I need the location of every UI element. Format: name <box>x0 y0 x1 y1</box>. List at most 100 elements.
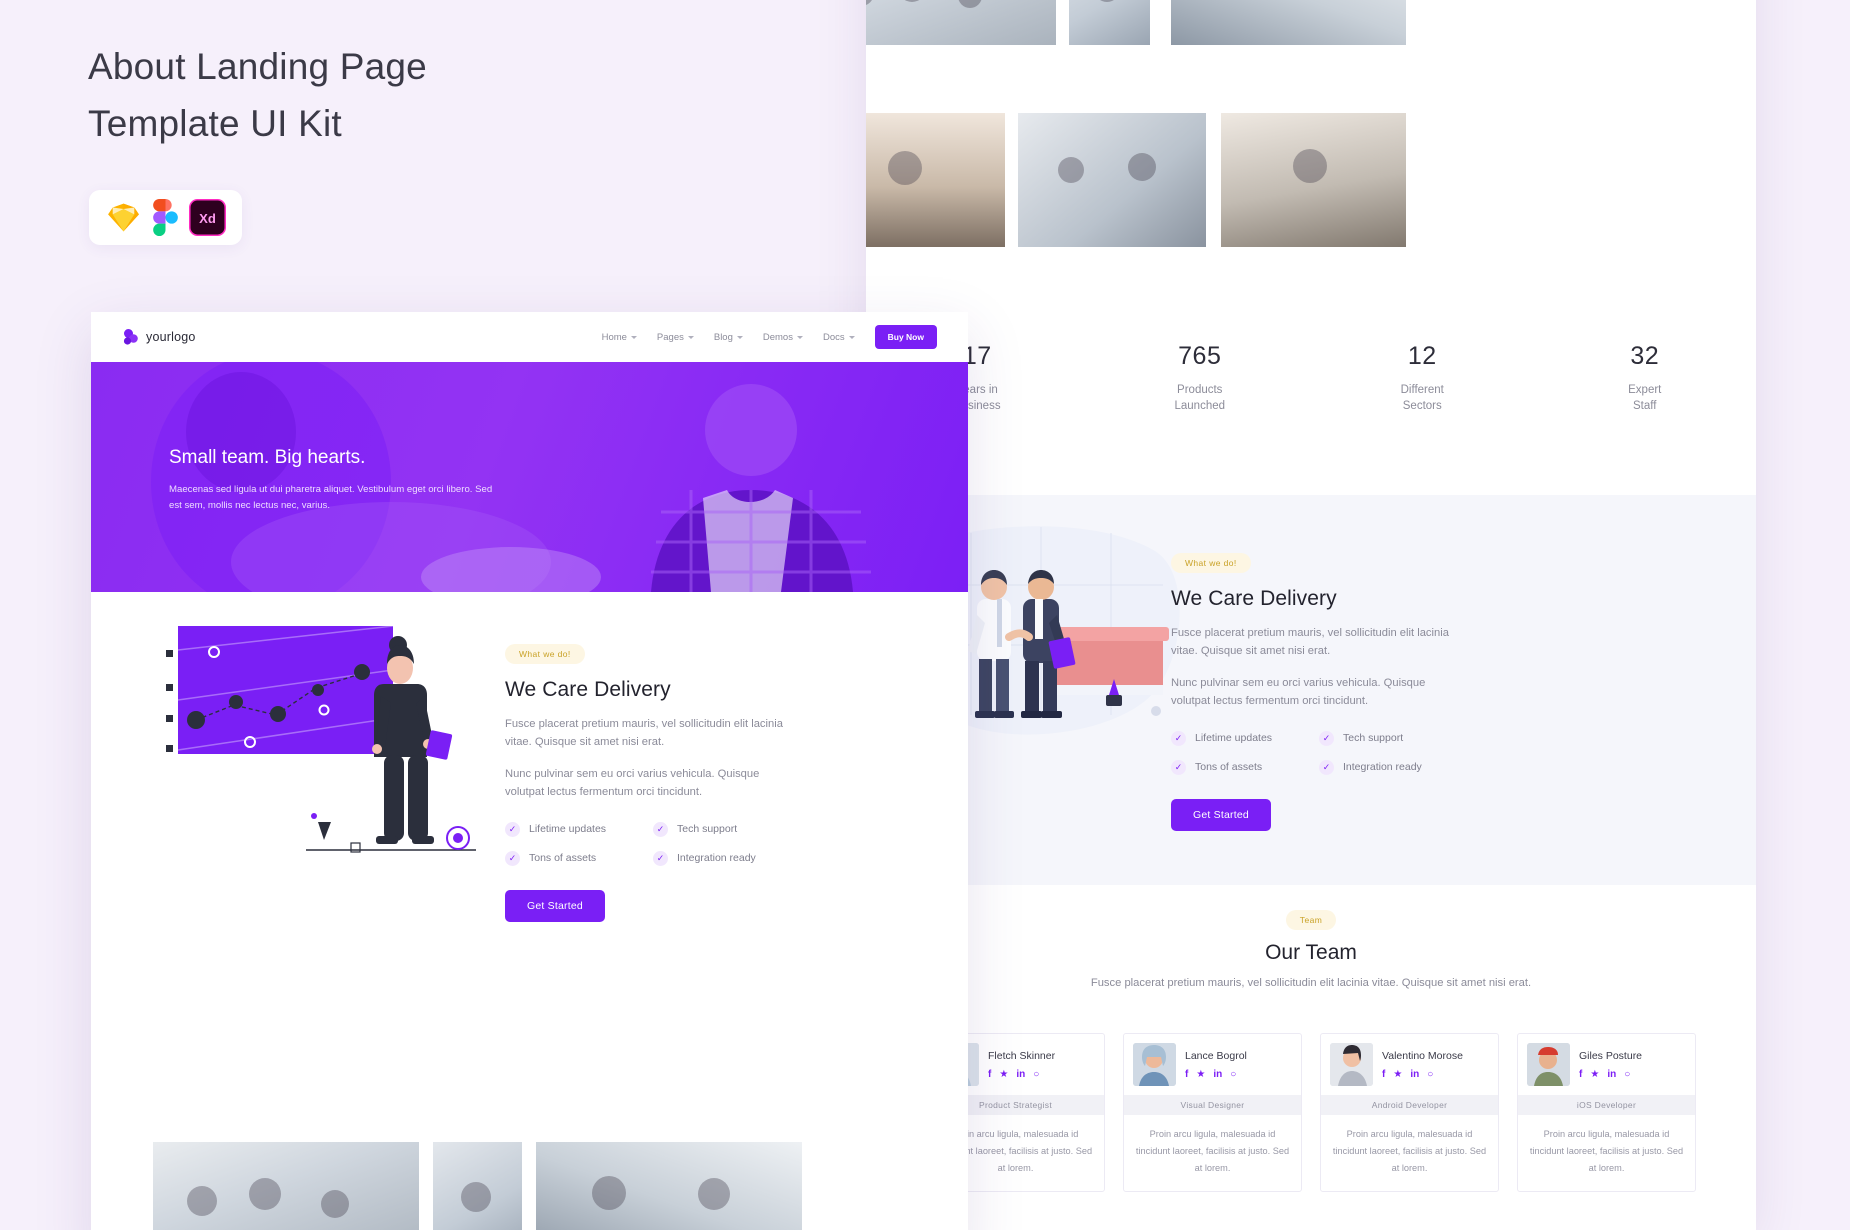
nav-label: Pages <box>656 331 684 343</box>
feature-label: Lifetime updates <box>529 823 607 836</box>
avatar <box>1330 1043 1373 1086</box>
github-icon[interactable]: ○ <box>1427 1069 1433 1080</box>
get-started-button[interactable]: Get Started <box>1171 798 1271 831</box>
team-member-card[interactable]: Lance Bogrol f ★ in ○ Visual Designer Pr… <box>1123 1033 1302 1193</box>
get-started-button[interactable]: Get Started <box>505 889 605 922</box>
sketch-icon <box>107 203 139 232</box>
github-icon[interactable]: ○ <box>1624 1069 1630 1080</box>
feature-item: ✓ Integration ready <box>1319 759 1461 775</box>
avatar <box>1527 1043 1570 1086</box>
buy-now-button[interactable]: Buy Now <box>874 325 937 349</box>
chevron-down-icon <box>736 335 743 339</box>
check-icon: ✓ <box>1171 730 1186 746</box>
linkedin-icon[interactable]: in <box>1607 1069 1616 1080</box>
check-icon: ✓ <box>653 850 668 866</box>
stat-item: 765 Products Launched <box>1115 342 1285 414</box>
feature-label: Lifetime updates <box>1195 732 1273 745</box>
chevron-down-icon <box>796 335 803 339</box>
stat-value: 12 <box>1407 342 1437 370</box>
stats-band: 17 Years in Business 765 Products Launch… <box>866 330 1756 480</box>
section-paragraph: Fusce placerat pretium mauris, vel solli… <box>1171 627 1449 658</box>
member-bio: Proin arcu ligula, malesuada id tincidun… <box>1529 1129 1684 1174</box>
social-links[interactable]: f ★ in ○ <box>1579 1069 1642 1080</box>
facebook-icon[interactable]: f <box>988 1069 991 1080</box>
member-role: Visual Designer <box>1124 1095 1301 1115</box>
twitter-icon[interactable]: ★ <box>999 1069 1008 1080</box>
section-heading: Our Team <box>1265 941 1357 964</box>
check-icon: ✓ <box>505 850 520 866</box>
github-icon[interactable]: ○ <box>1230 1069 1236 1080</box>
stat-value: 765 <box>1178 342 1222 370</box>
nav-item-docs[interactable]: Docs <box>823 332 855 343</box>
linkedin-icon[interactable]: in <box>1213 1069 1222 1080</box>
mockup-left-panel: yourlogo Home Pages Blog Demos Docs Buy … <box>91 312 968 1230</box>
feature-item: ✓ Lifetime updates <box>1171 730 1313 746</box>
gallery-photo <box>1171 0 1406 45</box>
hero-heading: Small team. Big hearts. <box>169 447 366 468</box>
care-section-right: What we do! We Care Delivery Fusce place… <box>866 495 1756 885</box>
hero-text: Small team. Big hearts. Maecenas sed lig… <box>169 447 499 514</box>
care-right-text: What we do! We Care Delivery Fusce place… <box>1171 553 1461 831</box>
feature-item: ✓ Tons of assets <box>1171 759 1313 775</box>
hero-banner: Small team. Big hearts. Maecenas sed lig… <box>91 362 968 592</box>
team-member-card[interactable]: Valentino Morose f ★ in ○ Android Develo… <box>1320 1033 1499 1193</box>
section-heading: We Care Delivery <box>1171 587 1337 610</box>
screenshot-root: About Landing Page Template UI Kit Xd 17… <box>0 0 1850 1230</box>
social-links[interactable]: f ★ in ○ <box>1185 1069 1247 1080</box>
gallery-photo <box>1221 113 1406 247</box>
twitter-icon[interactable]: ★ <box>1196 1069 1205 1080</box>
linkedin-icon[interactable]: in <box>1016 1069 1025 1080</box>
stat-item: 32 Expert Staff <box>1560 342 1730 414</box>
member-name: Giles Posture <box>1579 1049 1643 1062</box>
section-subtitle: Fusce placerat pretium mauris, vel solli… <box>1090 977 1532 989</box>
plant-icon <box>318 822 331 840</box>
member-name: Valentino Morose <box>1382 1049 1463 1062</box>
facebook-icon[interactable]: f <box>1382 1069 1385 1080</box>
gallery-photo <box>433 1142 522 1230</box>
nav-item-demos[interactable]: Demos <box>763 332 803 343</box>
tool-badges: Xd <box>89 190 242 245</box>
facebook-icon[interactable]: f <box>1185 1069 1188 1080</box>
care-left-text: What we do! We Care Delivery Fusce place… <box>505 644 795 922</box>
team-member-card[interactable]: Giles Posture f ★ in ○ iOS Developer Pro… <box>1517 1033 1696 1193</box>
check-icon: ✓ <box>1319 759 1334 775</box>
woman-chart-illustration <box>166 625 476 853</box>
feature-label: Tech support <box>1343 732 1404 745</box>
check-icon: ✓ <box>505 821 520 837</box>
social-links[interactable]: f ★ in ○ <box>1382 1069 1463 1080</box>
feature-item: ✓ Tons of assets <box>505 850 647 866</box>
section-paragraph: Nunc pulvinar sem eu orci varius vehicul… <box>1171 676 1426 708</box>
figma-icon <box>153 199 178 236</box>
nav-item-home[interactable]: Home <box>602 332 637 343</box>
github-icon[interactable]: ○ <box>1033 1069 1039 1080</box>
stat-value: 32 <box>1630 342 1660 370</box>
gallery-photo <box>153 1142 419 1230</box>
member-bio: Proin arcu ligula, malesuada id tincidun… <box>1332 1129 1487 1174</box>
twitter-icon[interactable]: ★ <box>1590 1069 1599 1080</box>
nav-item-pages[interactable]: Pages <box>657 332 694 343</box>
twitter-icon[interactable]: ★ <box>1393 1069 1402 1080</box>
facebook-icon[interactable]: f <box>1579 1069 1582 1080</box>
mockup-right-panel: 17 Years in Business 765 Products Launch… <box>866 0 1756 1230</box>
navbar: yourlogo Home Pages Blog Demos Docs Buy … <box>91 312 968 362</box>
social-links[interactable]: f ★ in ○ <box>988 1069 1055 1080</box>
stat-label: Products Launched <box>1174 384 1226 412</box>
feature-item: ✓ Tech support <box>653 821 795 837</box>
page-title: About Landing Page Template UI Kit <box>88 46 427 145</box>
section-paragraph: Nunc pulvinar sem eu orci varius vehicul… <box>505 767 760 799</box>
chevron-down-icon <box>630 335 637 339</box>
nav-label: Blog <box>713 331 733 343</box>
stat-label: Expert Staff <box>1628 384 1662 412</box>
feature-label: Tons of assets <box>1195 761 1263 774</box>
member-name: Fletch Skinner <box>988 1049 1056 1062</box>
adobe-xd-icon: Xd <box>189 199 227 236</box>
svg-text:Xd: Xd <box>199 211 216 226</box>
gallery-photo <box>866 0 1056 45</box>
nav-item-blog[interactable]: Blog <box>714 332 743 343</box>
gallery-photo <box>536 1142 802 1230</box>
logo[interactable]: yourlogo <box>123 329 196 345</box>
linkedin-icon[interactable]: in <box>1410 1069 1419 1080</box>
check-icon: ✓ <box>1319 730 1334 746</box>
team-card-row: Fletch Skinner f ★ in ○ Product Strategi… <box>866 1033 1756 1193</box>
member-bio: Proin arcu ligula, malesuada id tincidun… <box>1135 1129 1290 1174</box>
